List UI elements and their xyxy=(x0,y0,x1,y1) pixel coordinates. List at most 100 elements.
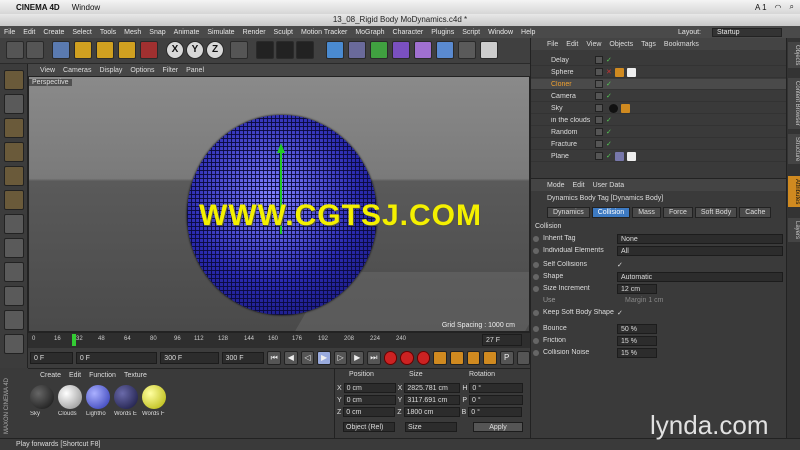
position-key-icon[interactable] xyxy=(433,351,448,365)
object-row[interactable]: Cloner ✓ xyxy=(531,79,787,90)
end-frame-field[interactable]: 300 F xyxy=(221,352,265,364)
menu-sculpt[interactable]: Sculpt xyxy=(274,29,293,36)
obj-menu-bookmarks[interactable]: Bookmarks xyxy=(664,41,699,48)
material-tag-icon[interactable] xyxy=(609,103,618,113)
max-frame-field[interactable]: 300 F xyxy=(160,352,219,364)
size-mode-dropdown[interactable]: Size xyxy=(405,422,457,432)
enabled-check-icon[interactable]: ✓ xyxy=(606,92,612,100)
mat-menu-function[interactable]: Function xyxy=(89,372,116,379)
subdivision-icon[interactable] xyxy=(370,41,388,59)
position-x-field[interactable]: 0 cm xyxy=(343,383,396,393)
viewport-menu-options[interactable]: Options xyxy=(130,67,154,74)
self-collisions-checkbox[interactable]: ✓ xyxy=(617,261,623,269)
points-mode-icon[interactable] xyxy=(4,166,24,186)
bounce-field[interactable]: 50 % xyxy=(617,323,657,334)
visibility-toggle[interactable] xyxy=(595,104,603,112)
object-row[interactable]: Random ✓ xyxy=(531,127,787,138)
keyframe-selection-icon[interactable] xyxy=(416,351,431,365)
obj-menu-edit[interactable]: Edit xyxy=(566,41,578,48)
x-axis-toggle[interactable]: X xyxy=(166,41,184,59)
viewport-menu-filter[interactable]: Filter xyxy=(163,67,179,74)
rotation-b-field[interactable]: 0 ° xyxy=(468,407,523,417)
position-z-field[interactable]: 0 cm xyxy=(343,407,396,417)
menu-help[interactable]: Help xyxy=(521,29,535,36)
menu-tools[interactable]: Tools xyxy=(100,29,116,36)
record-keys-icon[interactable] xyxy=(383,351,398,365)
autokey-icon[interactable] xyxy=(400,351,414,365)
visibility-toggle[interactable] xyxy=(595,68,603,76)
mat-menu-edit[interactable]: Edit xyxy=(69,372,81,379)
apply-button[interactable]: Apply xyxy=(473,422,523,432)
collision-noise-field[interactable]: 15 % xyxy=(617,347,657,358)
render-picture-viewer-icon[interactable] xyxy=(276,41,294,59)
snap-icon[interactable] xyxy=(4,286,24,306)
material-swatch[interactable] xyxy=(58,385,82,409)
model-mode-icon[interactable] xyxy=(4,94,24,114)
menu-window[interactable]: Window xyxy=(488,29,513,36)
lock-workplane-icon[interactable] xyxy=(4,310,24,330)
parameter-key-icon[interactable] xyxy=(483,351,497,365)
menu-animate[interactable]: Animate xyxy=(174,29,200,36)
scale-icon[interactable] xyxy=(96,41,114,59)
y-axis-toggle[interactable]: Y xyxy=(186,41,204,59)
rotation-p-field[interactable]: 0 ° xyxy=(469,395,524,405)
animate-dot[interactable] xyxy=(533,247,539,254)
animate-dot[interactable] xyxy=(533,285,539,292)
obj-menu-tags[interactable]: Tags xyxy=(641,41,656,48)
tag-icon[interactable] xyxy=(614,151,624,161)
material-tag-icon[interactable] xyxy=(626,67,636,77)
app-menu[interactable]: CINEMA 4D xyxy=(16,3,60,12)
search-icon[interactable]: ⌕ xyxy=(790,2,794,12)
enabled-check-icon[interactable]: ✓ xyxy=(606,140,612,148)
render-view-icon[interactable] xyxy=(256,41,274,59)
tag-icon[interactable] xyxy=(621,103,630,113)
material-swatch[interactable] xyxy=(114,385,138,409)
menu-plugins[interactable]: Plugins xyxy=(431,29,454,36)
visibility-toggle[interactable] xyxy=(595,92,603,100)
recent-tool-icon[interactable] xyxy=(140,41,158,59)
tweak-mode-icon[interactable] xyxy=(4,262,24,282)
current-frame-field[interactable]: 27 F xyxy=(482,334,522,346)
obj-menu-file[interactable]: File xyxy=(547,41,558,48)
visibility-toggle[interactable] xyxy=(595,152,603,160)
enabled-check-icon[interactable]: ✓ xyxy=(606,128,612,136)
next-frame-icon[interactable]: ▷ xyxy=(333,351,348,365)
start-frame-field[interactable]: 0 F xyxy=(30,352,73,364)
shape-dropdown[interactable]: Automatic xyxy=(617,271,783,282)
cloner-icon[interactable] xyxy=(392,41,410,59)
scheme-icon[interactable] xyxy=(516,351,531,365)
object-row[interactable]: Delay ✓ xyxy=(531,55,787,66)
object-row[interactable]: Sphere ✕ xyxy=(531,67,787,78)
obj-menu-objects[interactable]: Objects xyxy=(609,41,633,48)
texture-mode-icon[interactable] xyxy=(4,118,24,138)
position-y-field[interactable]: 0 cm xyxy=(343,395,396,405)
material-swatch[interactable] xyxy=(30,385,54,409)
point-level-icon[interactable]: P xyxy=(499,351,514,365)
go-to-start-icon[interactable]: ⏮ xyxy=(267,351,281,365)
side-tab-structure[interactable]: Structure xyxy=(788,134,800,165)
disabled-x-icon[interactable]: ✕ xyxy=(606,68,612,76)
visibility-toggle[interactable] xyxy=(595,140,603,148)
undo-icon[interactable] xyxy=(6,41,24,59)
deformer-icon[interactable] xyxy=(414,41,432,59)
animate-dot[interactable] xyxy=(533,261,539,268)
menu-simulate[interactable]: Simulate xyxy=(207,29,234,36)
move-icon[interactable] xyxy=(74,41,92,59)
keep-soft-body-shape-checkbox[interactable]: ✓ xyxy=(617,309,623,317)
side-tab-layers[interactable]: Layers xyxy=(788,218,800,243)
friction-field[interactable]: 15 % xyxy=(617,335,657,346)
animate-dot[interactable] xyxy=(533,337,539,344)
rotation-h-field[interactable]: 0 ° xyxy=(469,383,524,393)
side-tab-content-browser[interactable]: Content Browser xyxy=(788,78,800,129)
menu-edit[interactable]: Edit xyxy=(23,29,35,36)
go-to-end-icon[interactable]: ⏭ xyxy=(367,351,381,365)
tab-force[interactable]: Force xyxy=(662,207,693,218)
viewport-menu-panel[interactable]: Panel xyxy=(186,67,204,74)
object-row[interactable]: Camera ✓ xyxy=(531,91,787,102)
menu-select[interactable]: Select xyxy=(72,29,91,36)
viewport-menu-display[interactable]: Display xyxy=(99,67,122,74)
render-settings-icon[interactable] xyxy=(296,41,314,59)
mat-menu-texture[interactable]: Texture xyxy=(124,372,147,379)
size-increment-field[interactable]: 12 cm xyxy=(617,283,657,294)
side-tab-objects[interactable]: Objects xyxy=(788,42,800,69)
